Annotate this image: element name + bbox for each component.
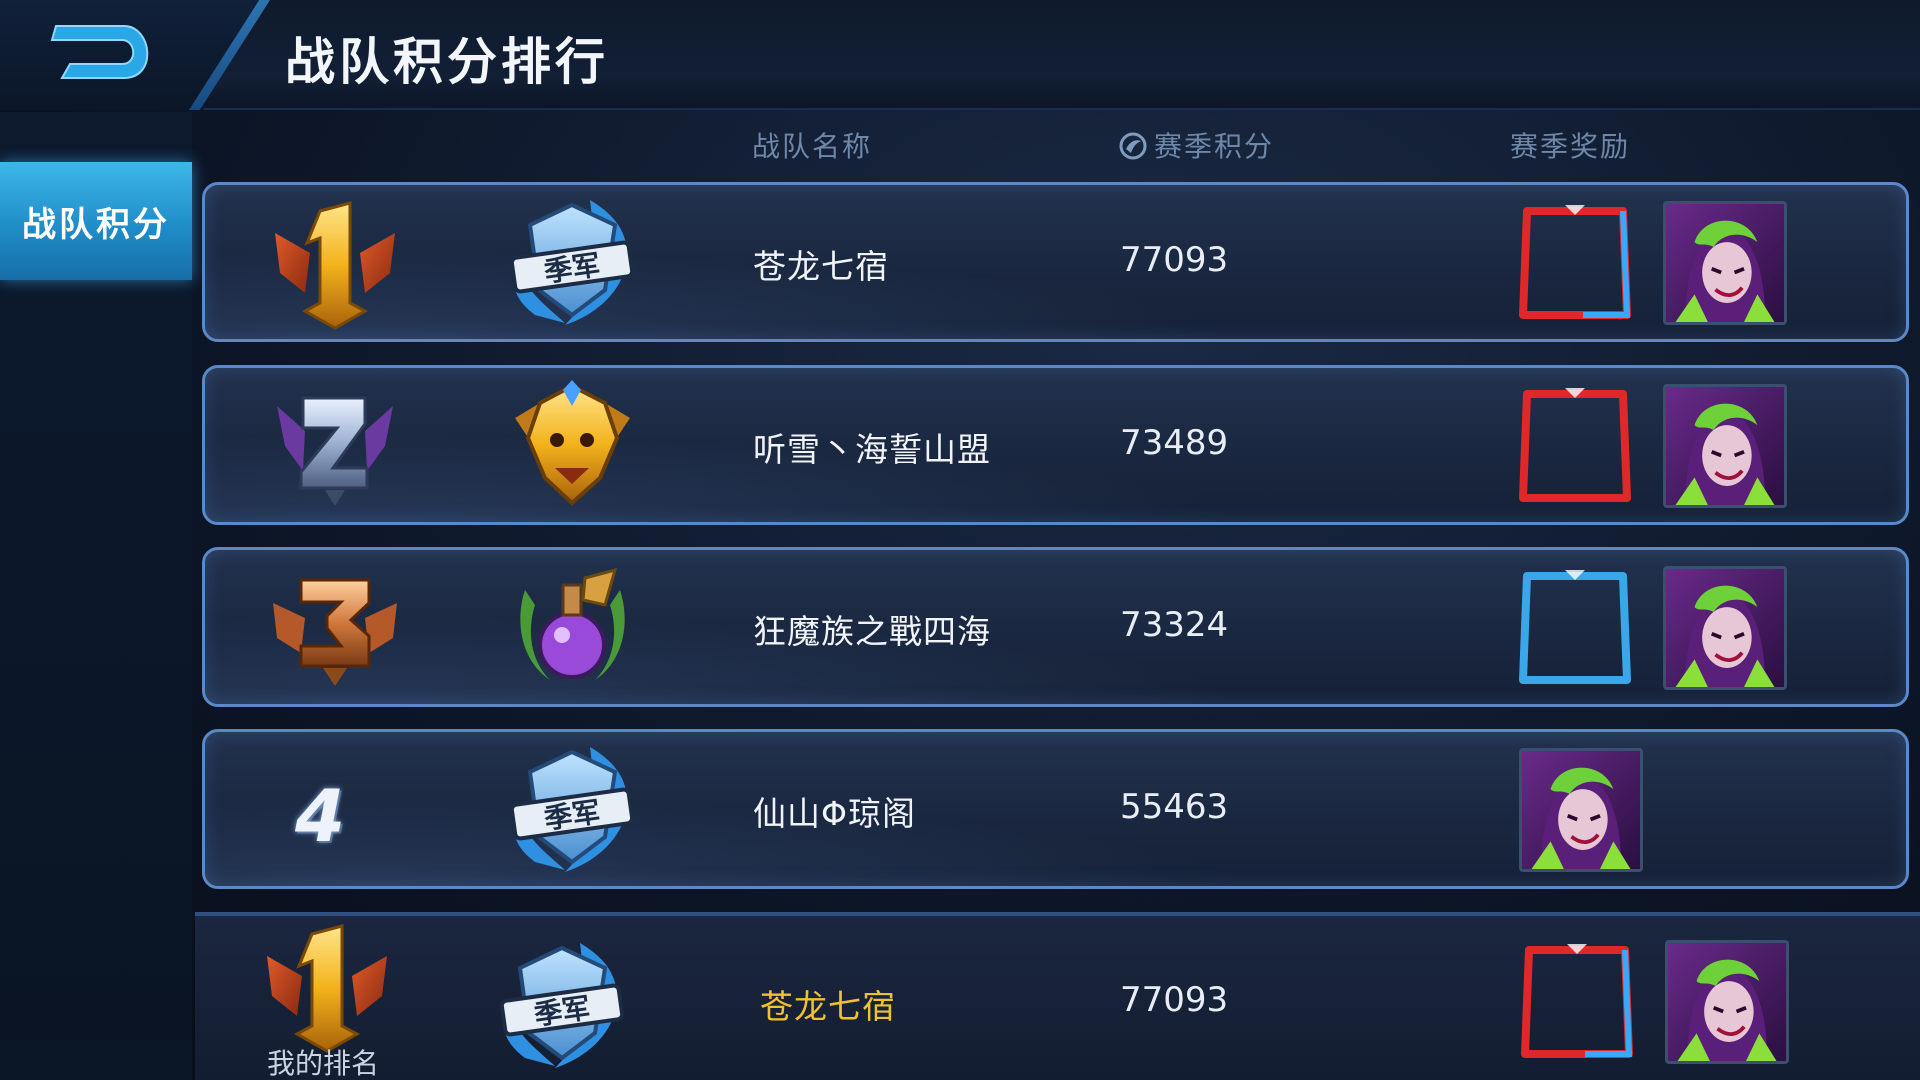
red-blue-avatar-frame-icon[interactable] [1515, 940, 1639, 1064]
season-runner-up-emblem-icon [505, 742, 640, 877]
blue-avatar-frame-icon[interactable] [1513, 566, 1637, 690]
hero-avatar-reward[interactable] [1519, 748, 1643, 872]
ranking-row[interactable]: 苍龙七宿 77093 [202, 182, 1909, 342]
column-header-team-name: 战队名称 [752, 130, 873, 163]
back-button[interactable] [0, 0, 260, 110]
sidebar-footer [0, 1040, 192, 1080]
ranking-row[interactable]: 狂魔族之戰四海 73324 [202, 547, 1909, 707]
silver-rank-2-badge-icon [265, 376, 405, 516]
red-avatar-frame-icon[interactable] [1513, 384, 1637, 508]
my-rank-bar[interactable]: 我的排名 苍龙七宿 77093 [195, 912, 1920, 1080]
sidebar: 战队积分 [0, 112, 192, 1080]
hero-avatar-icon [1666, 387, 1784, 505]
team-name: 狂魔族之戰四海 [753, 612, 991, 651]
season-points: 73324 [1120, 605, 1229, 645]
purple-potion-emblem-icon [505, 560, 640, 695]
season-points: 77093 [1120, 240, 1229, 280]
gold-rank-1-badge-icon [257, 916, 397, 1056]
hero-avatar-reward[interactable] [1665, 940, 1789, 1064]
rank-number: 4 [295, 774, 346, 858]
hero-avatar-reward[interactable] [1663, 384, 1787, 508]
back-arrow-icon[interactable] [44, 16, 164, 88]
hero-avatar-icon [1668, 943, 1786, 1061]
hero-avatar-reward[interactable] [1663, 201, 1787, 325]
gold-rank-1-badge-icon [265, 193, 405, 333]
my-rank-label: 我的排名 [267, 1047, 380, 1080]
season-points: 73489 [1120, 423, 1229, 463]
hero-avatar-icon [1522, 751, 1640, 869]
bronze-rank-3-badge-icon [265, 558, 405, 698]
hero-avatar-icon [1666, 204, 1784, 322]
season-points-icon [1119, 132, 1147, 160]
team-name: 听雪丶海誓山盟 [753, 430, 991, 469]
my-season-points: 77093 [1120, 980, 1229, 1020]
my-team-name: 苍龙七宿 [760, 987, 896, 1026]
red-blue-avatar-frame-icon[interactable] [1513, 201, 1637, 325]
column-header-season-points-label: 赛季积分 [1154, 130, 1275, 163]
hero-avatar-icon [1666, 569, 1784, 687]
ranking-row[interactable]: 听雪丶海誓山盟 73489 [202, 365, 1909, 525]
column-header-season-reward: 赛季奖励 [1510, 130, 1631, 163]
hero-avatar-reward[interactable] [1663, 566, 1787, 690]
page-title: 战队积分排行 [285, 33, 609, 91]
top-header: 战队积分排行 [0, 0, 1920, 110]
tab-team-points[interactable]: 战队积分 [0, 162, 192, 280]
team-name: 苍龙七宿 [753, 247, 889, 286]
season-runner-up-emblem-icon [495, 938, 630, 1073]
team-name: 仙山Φ琼阁 [753, 794, 916, 833]
season-runner-up-emblem-icon [505, 195, 640, 330]
golden-lion-emblem-icon [505, 378, 640, 513]
season-points: 55463 [1120, 787, 1229, 827]
ranking-row[interactable]: 4 仙山Φ琼阁 55463 [202, 729, 1909, 889]
column-header-season-points: 赛季积分 [1118, 125, 1274, 165]
